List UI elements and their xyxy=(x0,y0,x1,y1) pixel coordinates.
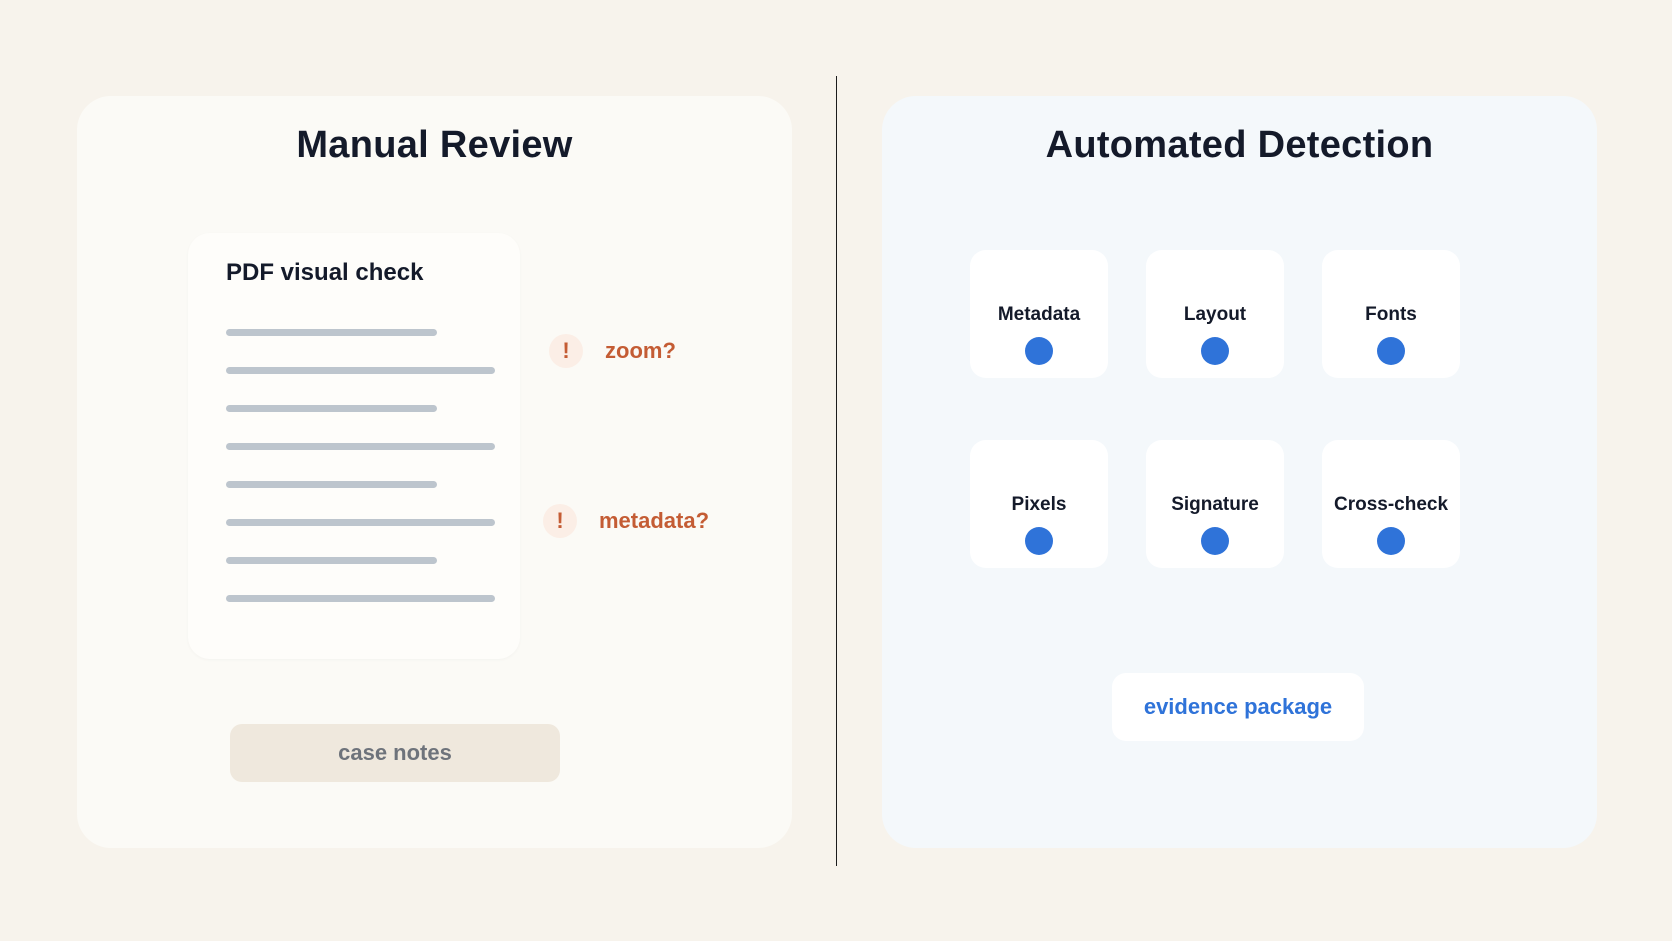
document-text-line xyxy=(226,443,495,450)
manual-review-title: Manual Review xyxy=(296,124,573,166)
panel-divider xyxy=(836,76,837,866)
document-text-line xyxy=(226,557,437,564)
warning-icon: ! xyxy=(543,504,577,538)
check-card-pixels: Pixels xyxy=(970,440,1108,568)
status-dot xyxy=(1025,337,1053,365)
zoom-flag: ! zoom? xyxy=(549,334,676,368)
document-text-line xyxy=(226,329,437,336)
check-card-metadata: Metadata xyxy=(970,250,1108,378)
check-card-cross-check: Cross-check xyxy=(1322,440,1460,568)
automated-detection-title: Automated Detection xyxy=(1045,124,1434,166)
check-label: Cross-check xyxy=(1333,494,1449,515)
document-text-line xyxy=(226,481,437,488)
metadata-flag: ! metadata? xyxy=(543,504,709,538)
check-card-signature: Signature xyxy=(1146,440,1284,568)
check-card-layout: Layout xyxy=(1146,250,1284,378)
pdf-document-title: PDF visual check xyxy=(226,259,424,286)
check-label: Layout xyxy=(1183,304,1247,325)
status-dot xyxy=(1377,337,1405,365)
warning-icon: ! xyxy=(549,334,583,368)
check-label: Signature xyxy=(1171,494,1259,515)
document-text-line xyxy=(226,405,437,412)
status-dot xyxy=(1025,527,1053,555)
status-dot xyxy=(1201,527,1229,555)
pdf-document-card: PDF visual check xyxy=(188,233,520,659)
status-dot xyxy=(1377,527,1405,555)
case-notes-box: case notes xyxy=(230,724,560,782)
manual-review-panel: Manual Review PDF visual check ! zoom? !… xyxy=(77,96,792,848)
document-text-line xyxy=(226,595,495,602)
document-text-line xyxy=(226,519,495,526)
document-text-line xyxy=(226,367,495,374)
check-label: Pixels xyxy=(1011,494,1067,515)
status-dot xyxy=(1201,337,1229,365)
check-label: Fonts xyxy=(1365,304,1417,325)
check-card-fonts: Fonts xyxy=(1322,250,1460,378)
metadata-flag-label: metadata? xyxy=(599,508,710,533)
check-label: Metadata xyxy=(997,304,1081,325)
automated-detection-panel: Automated Detection Metadata Layout Font… xyxy=(882,96,1597,848)
evidence-package-box: evidence package xyxy=(1112,673,1364,741)
zoom-flag-label: zoom? xyxy=(605,338,676,363)
